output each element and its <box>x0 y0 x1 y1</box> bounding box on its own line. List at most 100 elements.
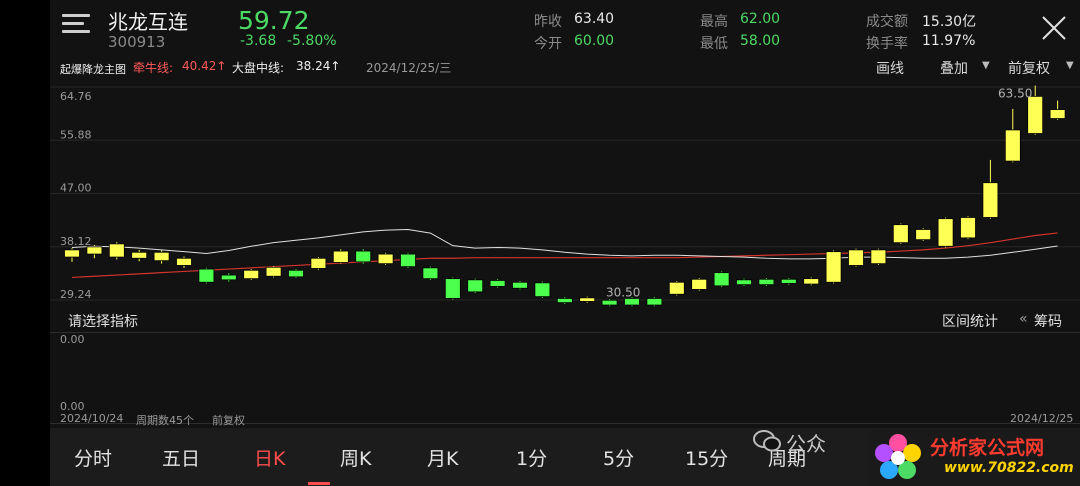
kline-chart[interactable]: 64.76 55.88 47.00 38.12 29.24 63.50 30.50 <box>50 78 1080 308</box>
candle <box>534 282 551 298</box>
candle <box>915 229 932 241</box>
candle <box>243 269 260 280</box>
y-tick-label: 38.12 <box>60 235 92 248</box>
flower-logo-icon <box>875 434 921 479</box>
candle <box>1004 129 1021 162</box>
candle <box>444 278 461 299</box>
indicator-name[interactable]: 起爆降龙主图 <box>60 61 126 77</box>
wechat-icon <box>752 428 782 454</box>
sub-y-top: 0.00 <box>60 333 85 346</box>
tab-five-day[interactable]: 五日 <box>162 444 200 471</box>
adjust-label: 前复权 <box>212 414 245 427</box>
candle <box>198 268 215 283</box>
sub-indicator-panel <box>50 332 1080 424</box>
dapan-line <box>71 228 1058 260</box>
tab-5min[interactable]: 5分 <box>603 444 634 471</box>
select-indicator-button[interactable]: 请选择指标 <box>68 311 138 331</box>
candle <box>64 249 80 258</box>
niu-line-label: 牵牛线: <box>133 61 174 75</box>
candle <box>937 218 954 247</box>
candle <box>601 299 618 306</box>
candle <box>467 279 484 293</box>
overlay-dropdown-icon[interactable]: ▼ <box>982 60 990 71</box>
price-annotation: 63.50 <box>998 87 1032 101</box>
stat-value-turnover-rate: 11.97% <box>922 33 976 49</box>
start-date: 2024/10/24 <box>60 412 124 425</box>
stat-label-high: 最高 <box>700 14 728 30</box>
candle <box>982 182 999 218</box>
stat-label-open: 今开 <box>534 36 562 52</box>
candle <box>108 243 125 258</box>
candle <box>131 251 148 259</box>
candle <box>713 272 730 287</box>
tab-intraday[interactable]: 分时 <box>74 444 112 471</box>
draw-line-button[interactable]: 画线 <box>876 58 904 78</box>
overlay-button[interactable]: 叠加 <box>940 58 968 78</box>
candle <box>153 251 170 262</box>
wechat-official-text: 公众 <box>786 432 826 456</box>
stat-label-low: 最低 <box>700 36 728 52</box>
price-annotation: 30.50 <box>606 285 640 299</box>
end-date: 2024/12/25 <box>1010 412 1074 425</box>
niu-line <box>71 232 1058 279</box>
candle <box>512 281 528 289</box>
stat-value-prev-close: 63.40 <box>574 11 615 27</box>
candle <box>220 274 237 281</box>
current-price: 59.72 <box>238 6 310 35</box>
candle <box>668 281 685 295</box>
price-change-pct: -5.80% <box>287 33 337 49</box>
adjust-dropdown-icon[interactable]: ▼ <box>1066 60 1074 71</box>
bar-date: 2024/12/25/三 <box>366 61 452 75</box>
stat-label-turnover: 成交额 <box>866 14 908 30</box>
candle <box>355 250 372 263</box>
candle <box>1049 109 1066 119</box>
candle <box>332 250 349 263</box>
candle <box>960 217 976 239</box>
candle <box>288 269 304 278</box>
watermark-brand: 分析家公式网 <box>930 437 1045 459</box>
candle <box>780 278 797 284</box>
candle <box>489 280 506 287</box>
candle <box>691 278 708 290</box>
candle <box>892 224 909 244</box>
tab-daily-k[interactable]: 日K <box>254 444 285 471</box>
candle <box>803 278 820 285</box>
price-change: -3.68 <box>240 33 277 49</box>
candle <box>736 279 752 286</box>
active-tab-indicator <box>308 482 330 485</box>
candle <box>1027 95 1044 134</box>
candle <box>400 253 416 268</box>
stat-label-prev-close: 昨收 <box>534 14 562 30</box>
dapan-line-value: 38.24↑ <box>296 59 341 73</box>
chips-button[interactable]: 筹码 <box>1034 311 1062 331</box>
candle <box>176 257 192 266</box>
candle <box>758 278 775 286</box>
collapse-icon[interactable]: « <box>1019 311 1028 327</box>
left-edge <box>0 0 50 486</box>
watermark-url: www.70822.com <box>944 460 1074 476</box>
stat-value-open: 60.00 <box>574 33 615 49</box>
kline-screen: 兆龙互连 300913 59.72 -3.68 -5.80% 昨收 63.40 … <box>0 0 1080 486</box>
range-stat-button[interactable]: 区间统计 <box>942 311 998 331</box>
stat-value-turnover: 15.30亿 <box>922 14 977 30</box>
candle <box>265 266 282 277</box>
candle <box>646 298 663 306</box>
candle <box>310 257 327 269</box>
tab-1min[interactable]: 1分 <box>516 444 547 471</box>
dapan-line-label: 大盘中线: <box>232 61 285 75</box>
stock-name: 兆龙互连 <box>108 10 188 34</box>
close-icon[interactable] <box>1040 14 1068 42</box>
niu-line-value: 40.42↑ <box>182 59 227 73</box>
y-tick-label: 64.76 <box>60 90 92 103</box>
candle <box>870 249 887 265</box>
candle <box>377 253 394 265</box>
adjust-button[interactable]: 前复权 <box>1008 58 1050 78</box>
stat-value-high: 62.00 <box>740 11 781 27</box>
tab-monthly-k[interactable]: 月K <box>427 444 458 471</box>
tab-15min[interactable]: 15分 <box>685 444 728 471</box>
stock-code: 300913 <box>108 33 166 51</box>
tab-weekly-k[interactable]: 周K <box>340 444 371 471</box>
menu-icon[interactable] <box>62 14 90 38</box>
y-tick-label: 47.00 <box>60 182 92 195</box>
y-tick-label: 29.24 <box>60 288 92 301</box>
